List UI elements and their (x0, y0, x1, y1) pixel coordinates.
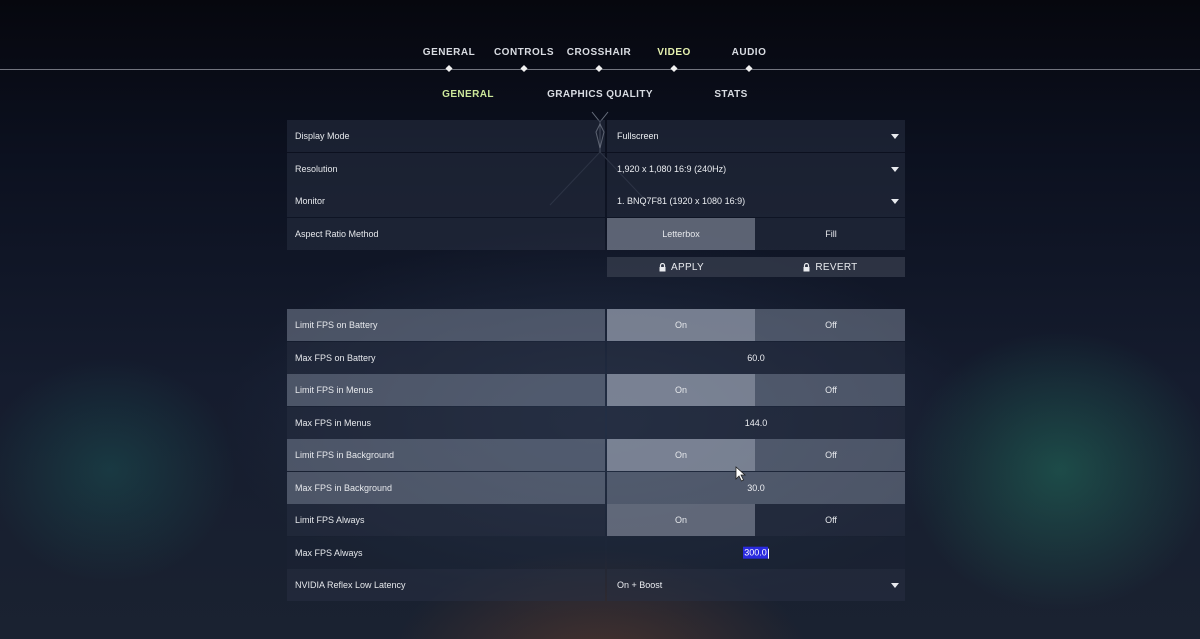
numeric-value: 30.0 (747, 483, 765, 493)
setting-label: Display Mode (295, 131, 350, 141)
option-fill[interactable]: Fill (757, 218, 905, 250)
diamond-marker-icon (445, 64, 453, 73)
setting-label: Limit FPS on Battery (295, 320, 378, 330)
apply-revert-bar: APPLY REVERT (607, 257, 905, 277)
subtab-graphics-quality[interactable]: GRAPHICS QUALITY (547, 89, 653, 100)
setting-limit-fps-menus: Limit FPS in Menus On Off (287, 374, 905, 406)
max-fps-background-input[interactable]: 30.0 (607, 472, 905, 504)
max-fps-battery-input[interactable]: 60.0 (607, 342, 905, 374)
setting-resolution: Resolution 1,920 x 1,080 16:9 (240Hz) (287, 153, 905, 185)
setting-max-fps-menus: Max FPS in Menus 144.0 (287, 407, 905, 439)
numeric-value: 144.0 (744, 418, 768, 428)
setting-nvidia-reflex: NVIDIA Reflex Low Latency On + Boost (287, 569, 905, 601)
subtab-general[interactable]: GENERAL (442, 89, 494, 100)
setting-display-mode: Display Mode Fullscreen (287, 120, 905, 152)
max-fps-always-input[interactable]: 300.0 (607, 537, 905, 569)
dropdown-value: 1,920 x 1,080 16:9 (240Hz) (617, 164, 727, 174)
text-caret (767, 548, 769, 559)
chevron-down-icon (891, 167, 899, 172)
top-navigation: GENERAL CONTROLS CROSSHAIR VIDEO AUDIO (0, 0, 1200, 78)
apply-button[interactable]: APPLY (607, 257, 756, 277)
option-off[interactable]: Off (757, 374, 905, 406)
limit-fps-menus-toggle: On Off (607, 374, 905, 406)
option-on[interactable]: On (607, 309, 755, 341)
tab-crosshair[interactable]: CROSSHAIR (567, 47, 632, 58)
setting-label: Max FPS in Menus (295, 418, 372, 428)
dropdown-value: On + Boost (617, 580, 663, 590)
dropdown-value: Fullscreen (617, 131, 659, 141)
setting-limit-fps-always: Limit FPS Always On Off (287, 504, 905, 536)
setting-label: Limit FPS in Background (295, 450, 395, 460)
setting-label: Limit FPS in Menus (295, 385, 374, 395)
subtab-stats[interactable]: STATS (714, 89, 747, 100)
numeric-value: 60.0 (747, 353, 765, 363)
diamond-marker-icon (595, 64, 603, 73)
limit-fps-battery-toggle: On Off (607, 309, 905, 341)
option-on[interactable]: On (607, 374, 755, 406)
setting-limit-fps-battery: Limit FPS on Battery On Off (287, 309, 905, 341)
setting-max-fps-always: Max FPS Always 300.0 (287, 537, 905, 569)
apply-label: APPLY (671, 261, 704, 273)
tab-video[interactable]: VIDEO (657, 47, 691, 58)
chevron-down-icon (891, 199, 899, 204)
setting-label: NVIDIA Reflex Low Latency (295, 580, 406, 590)
option-off[interactable]: Off (757, 439, 905, 471)
setting-label: Monitor (295, 196, 326, 206)
setting-max-fps-background: Max FPS in Background 30.0 (287, 472, 905, 504)
lock-icon (803, 263, 810, 272)
chevron-down-icon (891, 134, 899, 139)
option-off[interactable]: Off (757, 504, 905, 536)
setting-max-fps-battery: Max FPS on Battery 60.0 (287, 342, 905, 374)
nvidia-reflex-dropdown[interactable]: On + Boost (607, 569, 905, 601)
max-fps-menus-input[interactable]: 144.0 (607, 407, 905, 439)
resolution-dropdown[interactable]: 1,920 x 1,080 16:9 (240Hz) (607, 153, 905, 185)
limit-fps-background-toggle: On Off (607, 439, 905, 471)
tab-controls[interactable]: CONTROLS (494, 47, 554, 58)
display-mode-dropdown[interactable]: Fullscreen (607, 120, 905, 152)
diamond-marker-icon (745, 64, 753, 73)
diamond-marker-icon (520, 64, 528, 73)
setting-label: Resolution (295, 164, 338, 174)
setting-monitor: Monitor 1. BNQ7F81 (1920 x 1080 16:9) (287, 185, 905, 217)
option-on[interactable]: On (607, 504, 755, 536)
setting-label: Max FPS Always (295, 548, 363, 558)
tab-general[interactable]: GENERAL (423, 47, 475, 58)
lock-icon (659, 263, 666, 272)
revert-button[interactable]: REVERT (756, 257, 905, 277)
selected-text-value: 300.0 (743, 546, 768, 559)
option-off[interactable]: Off (757, 309, 905, 341)
option-on[interactable]: On (607, 439, 755, 471)
setting-limit-fps-background: Limit FPS in Background On Off (287, 439, 905, 471)
chevron-down-icon (891, 583, 899, 588)
setting-label: Aspect Ratio Method (295, 229, 379, 239)
mouse-cursor-icon (735, 466, 747, 482)
monitor-dropdown[interactable]: 1. BNQ7F81 (1920 x 1080 16:9) (607, 185, 905, 217)
dropdown-value: 1. BNQ7F81 (1920 x 1080 16:9) (617, 196, 746, 206)
revert-label: REVERT (815, 261, 858, 273)
limit-fps-always-toggle: On Off (607, 504, 905, 536)
setting-label: Limit FPS Always (295, 515, 365, 525)
diamond-marker-icon (670, 64, 678, 73)
tab-audio[interactable]: AUDIO (732, 47, 767, 58)
option-letterbox[interactable]: Letterbox (607, 218, 755, 250)
setting-label: Max FPS on Battery (295, 353, 376, 363)
setting-label: Max FPS in Background (295, 483, 393, 493)
setting-aspect-ratio-method: Aspect Ratio Method Letterbox Fill (287, 218, 905, 250)
aspect-ratio-toggle: Letterbox Fill (607, 218, 905, 250)
